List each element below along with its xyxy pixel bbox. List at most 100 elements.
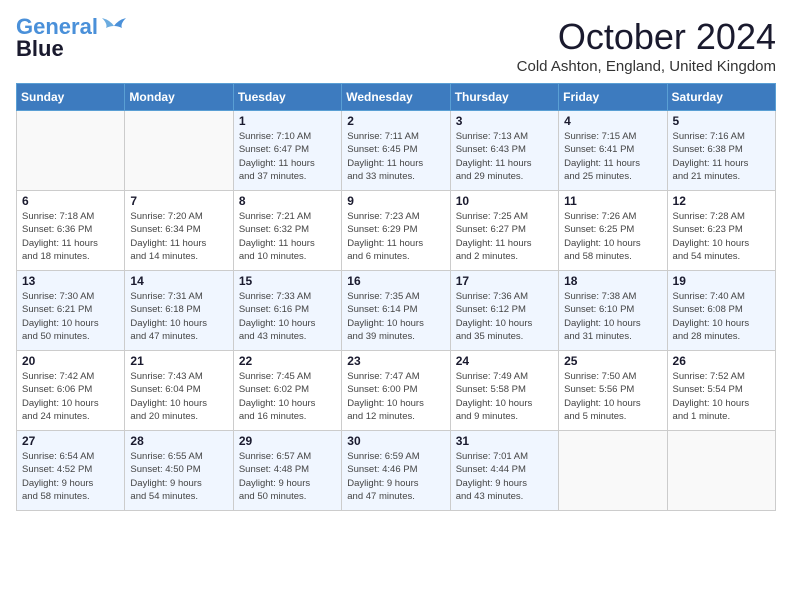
calendar-cell: 17 Sunrise: 7:36 AM Sunset: 6:12 PM Dayli…	[450, 271, 558, 351]
title-block: October 2024 Cold Ashton, England, Unite…	[517, 16, 776, 75]
day-number: 5	[673, 114, 770, 128]
calendar-cell: 28Sunrise: 6:55 AM Sunset: 4:50 PM Dayli…	[125, 431, 233, 511]
calendar-header-row: SundayMondayTuesdayWednesdayThursdayFrid…	[17, 84, 776, 111]
calendar-cell: 24 Sunrise: 7:49 AM Sunset: 5:58 PM Dayli…	[450, 351, 558, 431]
day-number: 3	[456, 114, 553, 128]
day-info: Sunrise: 7:10 AM Sunset: 6:47 PM Dayligh…	[239, 130, 336, 183]
day-number: 19	[673, 274, 770, 288]
day-info: Sunrise: 7:30 AM Sunset: 6:21 PM Dayligh…	[22, 290, 119, 343]
day-info: Sunrise: 6:59 AM Sunset: 4:46 PM Dayligh…	[347, 450, 444, 503]
day-number: 14	[130, 274, 227, 288]
calendar-cell: 12 Sunrise: 7:28 AM Sunset: 6:23 PM Dayli…	[667, 191, 775, 271]
calendar-cell: 21 Sunrise: 7:43 AM Sunset: 6:04 PM Dayli…	[125, 351, 233, 431]
logo-text: GeneralBlue	[16, 16, 98, 60]
day-number: 11	[564, 194, 661, 208]
day-number: 31	[456, 434, 553, 448]
day-info: Sunrise: 7:47 AM Sunset: 6:00 PM Dayligh…	[347, 370, 444, 423]
day-info: Sunrise: 7:20 AM Sunset: 6:34 PM Dayligh…	[130, 210, 227, 263]
day-number: 15	[239, 274, 336, 288]
calendar-table: SundayMondayTuesdayWednesdayThursdayFrid…	[16, 83, 776, 511]
day-header-thursday: Thursday	[450, 84, 558, 111]
calendar-cell: 23 Sunrise: 7:47 AM Sunset: 6:00 PM Dayli…	[342, 351, 450, 431]
calendar-cell: 11 Sunrise: 7:26 AM Sunset: 6:25 PM Dayli…	[559, 191, 667, 271]
location: Cold Ashton, England, United Kingdom	[517, 58, 776, 75]
calendar-cell: 16 Sunrise: 7:35 AM Sunset: 6:14 PM Dayli…	[342, 271, 450, 351]
day-number: 21	[130, 354, 227, 368]
calendar-cell: 7 Sunrise: 7:20 AM Sunset: 6:34 PM Daylig…	[125, 191, 233, 271]
day-number: 18	[564, 274, 661, 288]
day-number: 2	[347, 114, 444, 128]
calendar-cell	[125, 111, 233, 191]
day-info: Sunrise: 6:57 AM Sunset: 4:48 PM Dayligh…	[239, 450, 336, 503]
day-number: 30	[347, 434, 444, 448]
day-info: Sunrise: 7:25 AM Sunset: 6:27 PM Dayligh…	[456, 210, 553, 263]
day-number: 6	[22, 194, 119, 208]
day-info: Sunrise: 7:40 AM Sunset: 6:08 PM Dayligh…	[673, 290, 770, 343]
day-header-sunday: Sunday	[17, 84, 125, 111]
calendar-cell: 9 Sunrise: 7:23 AM Sunset: 6:29 PM Daylig…	[342, 191, 450, 271]
day-number: 7	[130, 194, 227, 208]
day-info: Sunrise: 7:11 AM Sunset: 6:45 PM Dayligh…	[347, 130, 444, 183]
day-info: Sunrise: 7:38 AM Sunset: 6:10 PM Dayligh…	[564, 290, 661, 343]
day-header-monday: Monday	[125, 84, 233, 111]
day-number: 25	[564, 354, 661, 368]
logo: GeneralBlue	[16, 16, 128, 60]
calendar-cell: 1 Sunrise: 7:10 AM Sunset: 6:47 PM Daylig…	[233, 111, 341, 191]
day-info: Sunrise: 7:33 AM Sunset: 6:16 PM Dayligh…	[239, 290, 336, 343]
day-info: Sunrise: 7:15 AM Sunset: 6:41 PM Dayligh…	[564, 130, 661, 183]
day-info: Sunrise: 7:35 AM Sunset: 6:14 PM Dayligh…	[347, 290, 444, 343]
day-info: Sunrise: 7:13 AM Sunset: 6:43 PM Dayligh…	[456, 130, 553, 183]
day-number: 9	[347, 194, 444, 208]
day-info: Sunrise: 7:31 AM Sunset: 6:18 PM Dayligh…	[130, 290, 227, 343]
day-number: 1	[239, 114, 336, 128]
day-info: Sunrise: 7:28 AM Sunset: 6:23 PM Dayligh…	[673, 210, 770, 263]
calendar-cell: 30 Sunrise: 6:59 AM Sunset: 4:46 PM Dayli…	[342, 431, 450, 511]
day-info: Sunrise: 7:52 AM Sunset: 5:54 PM Dayligh…	[673, 370, 770, 423]
calendar-cell: 15 Sunrise: 7:33 AM Sunset: 6:16 PM Dayli…	[233, 271, 341, 351]
day-number: 17	[456, 274, 553, 288]
day-header-wednesday: Wednesday	[342, 84, 450, 111]
day-number: 26	[673, 354, 770, 368]
calendar-cell: 25 Sunrise: 7:50 AM Sunset: 5:56 PM Dayli…	[559, 351, 667, 431]
day-info: Sunrise: 7:21 AM Sunset: 6:32 PM Dayligh…	[239, 210, 336, 263]
day-info: Sunrise: 7:42 AM Sunset: 6:06 PM Dayligh…	[22, 370, 119, 423]
logo-bird-icon	[100, 18, 128, 40]
day-info: Sunrise: 7:43 AM Sunset: 6:04 PM Dayligh…	[130, 370, 227, 423]
calendar-week-row: 6Sunrise: 7:18 AM Sunset: 6:36 PM Daylig…	[17, 191, 776, 271]
day-number: 8	[239, 194, 336, 208]
calendar-cell: 4 Sunrise: 7:15 AM Sunset: 6:41 PM Daylig…	[559, 111, 667, 191]
day-number: 22	[239, 354, 336, 368]
calendar-cell	[559, 431, 667, 511]
day-header-tuesday: Tuesday	[233, 84, 341, 111]
day-number: 12	[673, 194, 770, 208]
calendar-cell: 6Sunrise: 7:18 AM Sunset: 6:36 PM Daylig…	[17, 191, 125, 271]
day-info: Sunrise: 7:36 AM Sunset: 6:12 PM Dayligh…	[456, 290, 553, 343]
calendar-week-row: 20 Sunrise: 7:42 AM Sunset: 6:06 PM Dayli…	[17, 351, 776, 431]
day-number: 20	[22, 354, 119, 368]
calendar-cell: 26 Sunrise: 7:52 AM Sunset: 5:54 PM Dayli…	[667, 351, 775, 431]
calendar-cell: 19 Sunrise: 7:40 AM Sunset: 6:08 PM Dayli…	[667, 271, 775, 351]
calendar-cell: 2 Sunrise: 7:11 AM Sunset: 6:45 PM Daylig…	[342, 111, 450, 191]
calendar-cell: 14 Sunrise: 7:31 AM Sunset: 6:18 PM Dayli…	[125, 271, 233, 351]
day-number: 29	[239, 434, 336, 448]
day-info: Sunrise: 7:23 AM Sunset: 6:29 PM Dayligh…	[347, 210, 444, 263]
day-header-friday: Friday	[559, 84, 667, 111]
calendar-cell: 8 Sunrise: 7:21 AM Sunset: 6:32 PM Daylig…	[233, 191, 341, 271]
calendar-cell: 29 Sunrise: 6:57 AM Sunset: 4:48 PM Dayli…	[233, 431, 341, 511]
day-number: 16	[347, 274, 444, 288]
day-info: Sunrise: 7:45 AM Sunset: 6:02 PM Dayligh…	[239, 370, 336, 423]
calendar-cell: 13Sunrise: 7:30 AM Sunset: 6:21 PM Dayli…	[17, 271, 125, 351]
day-info: Sunrise: 7:26 AM Sunset: 6:25 PM Dayligh…	[564, 210, 661, 263]
day-info: Sunrise: 7:01 AM Sunset: 4:44 PM Dayligh…	[456, 450, 553, 503]
day-number: 24	[456, 354, 553, 368]
calendar-cell: 18 Sunrise: 7:38 AM Sunset: 6:10 PM Dayli…	[559, 271, 667, 351]
calendar-cell: 20 Sunrise: 7:42 AM Sunset: 6:06 PM Dayli…	[17, 351, 125, 431]
day-number: 4	[564, 114, 661, 128]
day-info: Sunrise: 7:50 AM Sunset: 5:56 PM Dayligh…	[564, 370, 661, 423]
calendar-cell: 27Sunrise: 6:54 AM Sunset: 4:52 PM Dayli…	[17, 431, 125, 511]
calendar-cell: 5Sunrise: 7:16 AM Sunset: 6:38 PM Daylig…	[667, 111, 775, 191]
calendar-cell: 10Sunrise: 7:25 AM Sunset: 6:27 PM Dayli…	[450, 191, 558, 271]
day-info: Sunrise: 7:49 AM Sunset: 5:58 PM Dayligh…	[456, 370, 553, 423]
month-title: October 2024	[517, 16, 776, 58]
day-number: 23	[347, 354, 444, 368]
